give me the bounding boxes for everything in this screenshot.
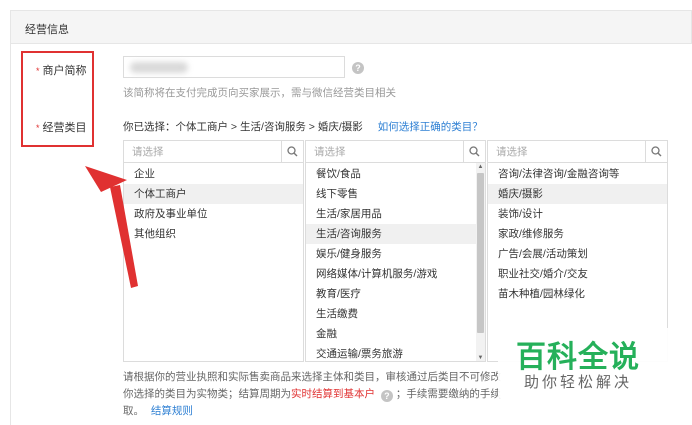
- watermark-subtitle: 助你轻松解决: [524, 374, 633, 391]
- watermark: 百科全说 助你轻松解决: [498, 328, 692, 398]
- watermark-title: 百科全说: [516, 341, 640, 374]
